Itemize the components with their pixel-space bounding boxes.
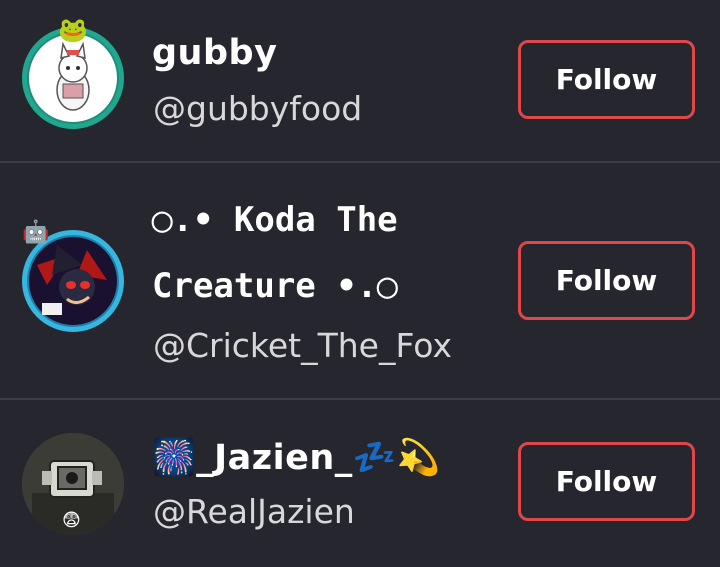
avatar[interactable] (22, 230, 124, 332)
scared-face-icon: 😨 (62, 510, 81, 531)
display-name: 🎆_Jazien_💤💫 (152, 438, 441, 478)
display-name-line2: Creature •.◯ (152, 266, 398, 306)
follow-button[interactable]: Follow (518, 40, 695, 119)
frog-frame-icon: 🐸 (58, 16, 88, 44)
username-handle: @gubbyfood (153, 89, 363, 128)
display-name-line1: ◯.• Koda The (152, 200, 398, 240)
follow-button[interactable]: Follow (518, 241, 695, 320)
list-item[interactable]: 🐸 gubby @gubbyfood Follow (0, 0, 720, 163)
follow-button[interactable]: Follow (518, 442, 695, 521)
follow-suggestion-list: 🐸 gubby @gubbyfood Follow 🤖 ◯.• Koda The… (0, 0, 720, 567)
display-name: gubby (152, 33, 278, 73)
username-handle: @Cricket_The_Fox (153, 326, 452, 365)
white-creature-avatar-icon (29, 34, 117, 122)
robot-frame-icon: 🤖 (22, 220, 50, 245)
username-handle: @RealJazien (153, 492, 355, 531)
hedgehog-character-avatar-icon (29, 237, 117, 325)
